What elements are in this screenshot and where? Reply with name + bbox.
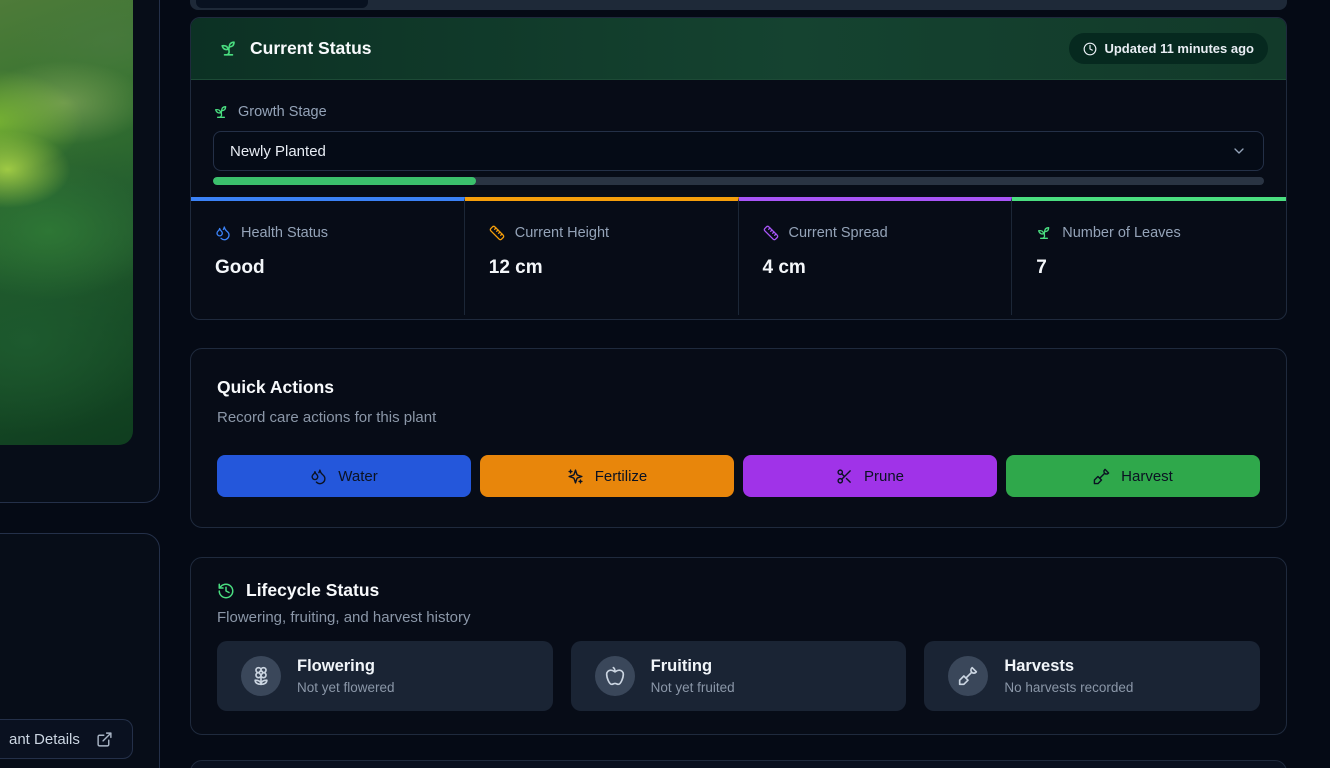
growth-stage-select[interactable]: Newly Planted <box>213 131 1264 171</box>
plant-photo <box>0 0 133 445</box>
lifecycle-items: Flowering Not yet flowered Fruiting Not … <box>217 641 1260 711</box>
flowering-item: Flowering Not yet flowered <box>217 641 553 711</box>
fruiting-title: Fruiting <box>650 657 713 675</box>
stat-number-of-leaves: Number of Leaves 7 <box>1012 197 1286 315</box>
water-button-label: Water <box>338 467 378 485</box>
history-icon <box>218 583 234 598</box>
next-section-card-fragment <box>190 760 1287 768</box>
plant-details-label: ant Details <box>9 730 80 748</box>
harvests-item: Harvests No harvests recorded <box>924 641 1260 711</box>
droplets-icon <box>311 468 326 484</box>
stat-value: 4 cm <box>762 257 806 278</box>
sprout-icon <box>221 41 235 56</box>
current-status-header: Current Status Updated 11 minutes ago <box>191 18 1286 80</box>
ruler-icon <box>489 225 505 241</box>
fruiting-item: Fruiting Not yet fruited <box>570 641 907 711</box>
stat-value: Good <box>215 257 265 278</box>
growth-stage-block: Growth Stage Newly Planted <box>191 80 1286 185</box>
stat-value: 7 <box>1036 257 1047 278</box>
external-link-icon <box>97 731 112 747</box>
stat-health-status: Health Status Good <box>191 197 465 315</box>
scissors-icon <box>837 468 851 484</box>
water-button[interactable]: Water <box>217 455 471 497</box>
active-tab-fragment[interactable] <box>196 0 368 8</box>
updated-badge-label: Updated 11 minutes ago <box>1104 41 1254 56</box>
quick-actions-card: Quick Actions Record care actions for th… <box>190 348 1287 528</box>
harvests-title: Harvests <box>1004 657 1075 675</box>
growth-stage-value: Newly Planted <box>230 142 326 160</box>
growth-progress-fill <box>213 177 476 185</box>
stat-label: Current Height <box>514 225 610 241</box>
quick-actions-title: Quick Actions <box>217 377 335 397</box>
harvest-button[interactable]: Harvest <box>1006 455 1260 497</box>
flowering-title: Flowering <box>297 657 375 675</box>
stats-row: Health Status Good Current Height 12 cm … <box>191 197 1286 315</box>
growth-stage-label-row: Growth Stage <box>213 104 1264 120</box>
lifecycle-title-row: Lifecycle Status <box>217 580 1260 601</box>
fertilize-button[interactable]: Fertilize <box>480 455 734 497</box>
stat-current-spread: Current Spread 4 cm <box>738 197 1013 315</box>
growth-stage-label: Growth Stage <box>238 104 327 120</box>
quick-actions-buttons: Water Fertilize Prune Harvest <box>217 455 1260 497</box>
current-status-title: Current Status <box>250 38 372 58</box>
fruiting-subtitle: Not yet fruited <box>650 680 735 695</box>
flowering-subtitle: Not yet flowered <box>297 680 395 695</box>
stat-label: Current Spread <box>788 225 888 241</box>
harvest-button-label: Harvest <box>1121 467 1173 485</box>
sprout-icon <box>1038 227 1050 239</box>
sparkles-icon <box>568 468 583 484</box>
current-status-card: Current Status Updated 11 minutes ago Gr… <box>190 17 1287 320</box>
stat-label: Number of Leaves <box>1062 225 1181 241</box>
chevron-down-icon <box>1234 148 1244 154</box>
tabs-bar-fragment <box>190 0 1287 10</box>
lifecycle-subtitle: Flowering, fruiting, and harvest history <box>217 609 471 626</box>
clock-icon <box>1084 42 1097 55</box>
quick-actions-subtitle: Record care actions for this plant <box>217 409 437 426</box>
ruler-icon <box>763 225 778 241</box>
growth-progress-track <box>213 177 1264 185</box>
stat-current-height: Current Height 12 cm <box>464 197 739 315</box>
harvests-subtitle: No harvests recorded <box>1004 680 1134 695</box>
sprout-icon <box>215 106 227 118</box>
droplets-icon <box>216 226 230 241</box>
stat-label: Health Status <box>241 225 329 241</box>
lifecycle-status-card: Lifecycle Status Flowering, fruiting, an… <box>190 557 1287 735</box>
flower-icon <box>254 666 268 686</box>
fertilize-button-label: Fertilize <box>594 467 648 485</box>
updated-badge: Updated 11 minutes ago <box>1069 33 1268 64</box>
prune-button-label: Prune <box>863 467 905 485</box>
prune-button[interactable]: Prune <box>743 455 997 497</box>
shovel-icon <box>959 666 978 686</box>
apple-icon <box>605 666 624 686</box>
lifecycle-title: Lifecycle Status <box>246 580 380 600</box>
shovel-icon <box>1093 468 1110 484</box>
stat-value: 12 cm <box>488 257 543 278</box>
plant-details-button[interactable]: ant Details <box>0 719 133 759</box>
